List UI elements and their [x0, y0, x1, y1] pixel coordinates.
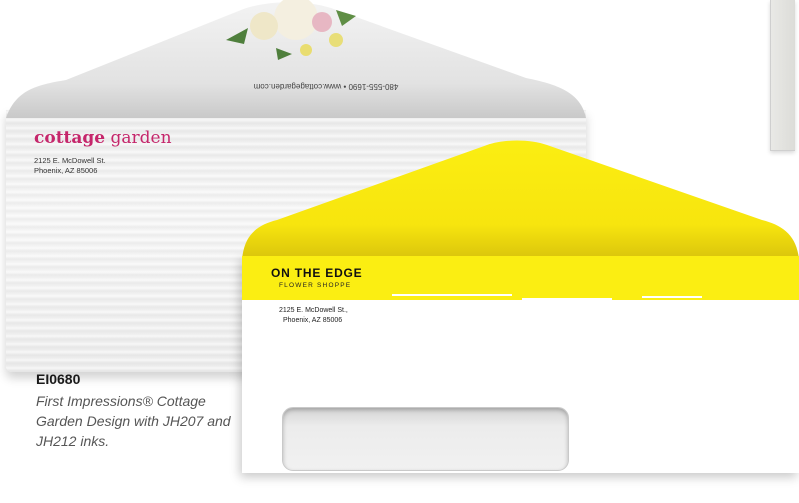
envelope-flap [242, 140, 799, 260]
address-window [282, 407, 569, 471]
address-line-2: Phoenix, AZ 85006 [283, 317, 343, 324]
cottage-garden-logo: cottage garden [34, 128, 172, 148]
logo-word-cottage: cottage [34, 128, 106, 148]
on-the-edge-envelope: ON THE EDGE FLOWER SHOPPE 2125 E. McDowe… [242, 140, 799, 473]
product-code: EI0680 [36, 371, 81, 387]
address-line-1: 2125 E. McDowell St. [34, 156, 106, 165]
address-line-1: 2125 E. McDowell St., [279, 307, 348, 314]
return-address: 2125 E. McDowell St. Phoenix, AZ 85006 [34, 156, 106, 176]
product-description: First Impressions® Cottage Garden Design… [36, 393, 231, 449]
flower-petal [329, 33, 343, 47]
torn-edge [242, 290, 799, 300]
flower-petal [312, 12, 332, 32]
return-address: 2125 E. McDowell St., Phoenix, AZ 85006 [279, 306, 348, 326]
sample-photo-edge [770, 0, 795, 151]
product-caption: EI0680 First Impressions® Cottage Garden… [36, 371, 236, 451]
flower-petal [300, 44, 312, 56]
envelope-flap-contact: 480-555-1690 • www.cottagegarden.com [253, 82, 399, 91]
on-the-edge-logo: ON THE EDGE [271, 266, 363, 280]
logo-word-garden: garden [110, 128, 172, 148]
envelope-flap [6, 0, 586, 118]
flower-petal [250, 12, 278, 40]
logo-subtitle: FLOWER SHOPPE [279, 282, 352, 289]
address-line-2: Phoenix, AZ 85006 [34, 166, 98, 175]
